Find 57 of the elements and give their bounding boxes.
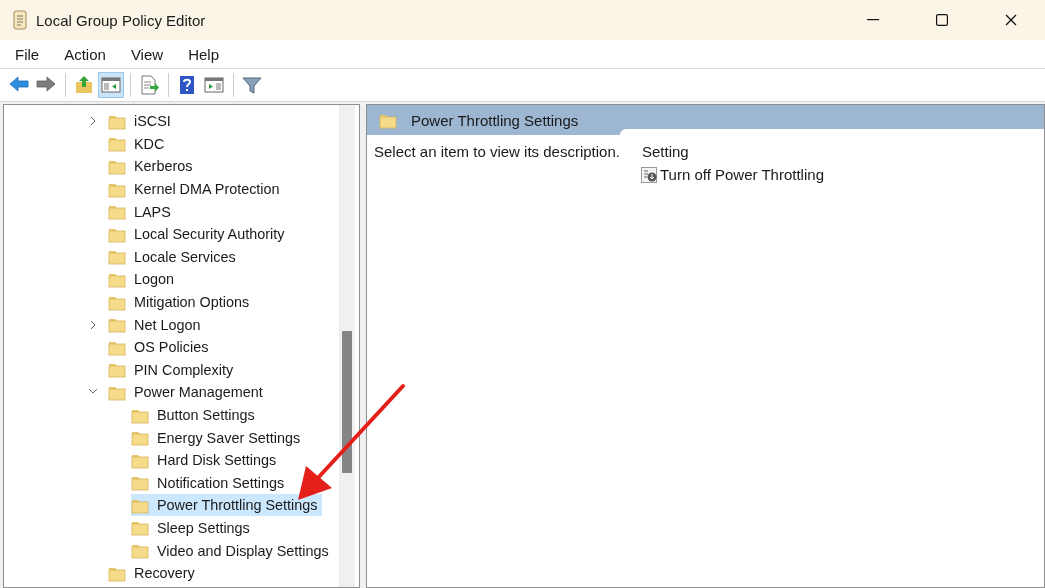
tree-item[interactable]: PIN Complexity bbox=[108, 358, 238, 381]
folder-icon bbox=[131, 429, 149, 447]
menu-item[interactable]: File bbox=[8, 45, 47, 63]
menu-item[interactable]: Help bbox=[181, 45, 226, 63]
folder-icon bbox=[131, 474, 149, 492]
expand-chevron-icon[interactable] bbox=[88, 116, 98, 127]
folder-up-icon[interactable] bbox=[74, 75, 94, 95]
window-title: Local Group Policy Editor bbox=[36, 11, 207, 29]
folder-icon bbox=[131, 542, 149, 560]
minimize-icon[interactable] bbox=[867, 19, 879, 21]
filter-icon[interactable] bbox=[242, 75, 262, 95]
folder-icon bbox=[108, 203, 126, 221]
tree-item[interactable]: Net Logon bbox=[108, 313, 205, 336]
menu-item[interactable]: Action bbox=[57, 45, 113, 63]
tree-item[interactable]: Notification Settings bbox=[131, 471, 289, 494]
scrollbar[interactable] bbox=[339, 105, 355, 587]
scrollbar-thumb[interactable] bbox=[342, 331, 352, 473]
show-tree-icon[interactable] bbox=[101, 75, 121, 95]
tree-item[interactable]: Hard Disk Settings bbox=[131, 449, 281, 472]
tree-item[interactable]: iSCSI bbox=[108, 110, 175, 133]
policy-setting-icon bbox=[641, 166, 657, 183]
tree-item[interactable]: Kerberos bbox=[108, 155, 197, 178]
setting-item[interactable]: Turn off Power Throttling bbox=[638, 166, 824, 183]
folder-icon bbox=[108, 316, 126, 334]
forward-arrow-icon[interactable] bbox=[36, 75, 56, 95]
scroll-icon bbox=[12, 10, 28, 30]
tree-item[interactable]: Energy Saver Settings bbox=[131, 426, 305, 449]
action-pane-icon[interactable] bbox=[204, 75, 224, 95]
tree-item[interactable]: Kernel DMA Protection bbox=[108, 178, 284, 201]
folder-icon bbox=[108, 135, 126, 153]
tree-item[interactable]: KDC bbox=[108, 132, 169, 155]
export-list-icon[interactable] bbox=[139, 75, 159, 95]
tree-item[interactable]: Logon bbox=[108, 268, 179, 291]
tree-item[interactable]: Mitigation Options bbox=[108, 291, 254, 314]
menu-item[interactable]: View bbox=[123, 45, 171, 63]
tree-item[interactable]: Sleep Settings bbox=[131, 517, 254, 539]
tree-item[interactable]: LAPS bbox=[108, 200, 175, 223]
column-header[interactable]: Setting bbox=[638, 143, 824, 160]
tree-item[interactable]: OS Policies bbox=[108, 336, 213, 359]
back-arrow-icon[interactable] bbox=[9, 75, 29, 95]
folder-icon bbox=[108, 158, 126, 175]
tree-item[interactable]: Video and Display Settings bbox=[131, 539, 333, 562]
tree-item[interactable]: Power Management bbox=[108, 381, 267, 404]
header-title: Power Throttling Settings bbox=[411, 111, 579, 129]
tree-item[interactable]: Button Settings bbox=[131, 404, 259, 426]
folder-icon bbox=[131, 519, 149, 537]
expand-chevron-icon[interactable] bbox=[88, 319, 98, 330]
folder-icon bbox=[108, 361, 126, 379]
maximize-icon[interactable] bbox=[936, 14, 948, 26]
folder-icon bbox=[108, 248, 126, 266]
tree-item[interactable]: Recovery bbox=[108, 562, 199, 585]
tree-item[interactable]: Locale Services bbox=[108, 245, 240, 268]
help-icon[interactable] bbox=[177, 75, 197, 95]
close-icon[interactable] bbox=[1005, 14, 1017, 26]
tree-item[interactable]: Power Throttling Settings bbox=[131, 494, 322, 517]
description-text: Select an item to view its description. bbox=[374, 143, 620, 160]
tree-item[interactable]: Local Security Authority bbox=[108, 223, 289, 246]
